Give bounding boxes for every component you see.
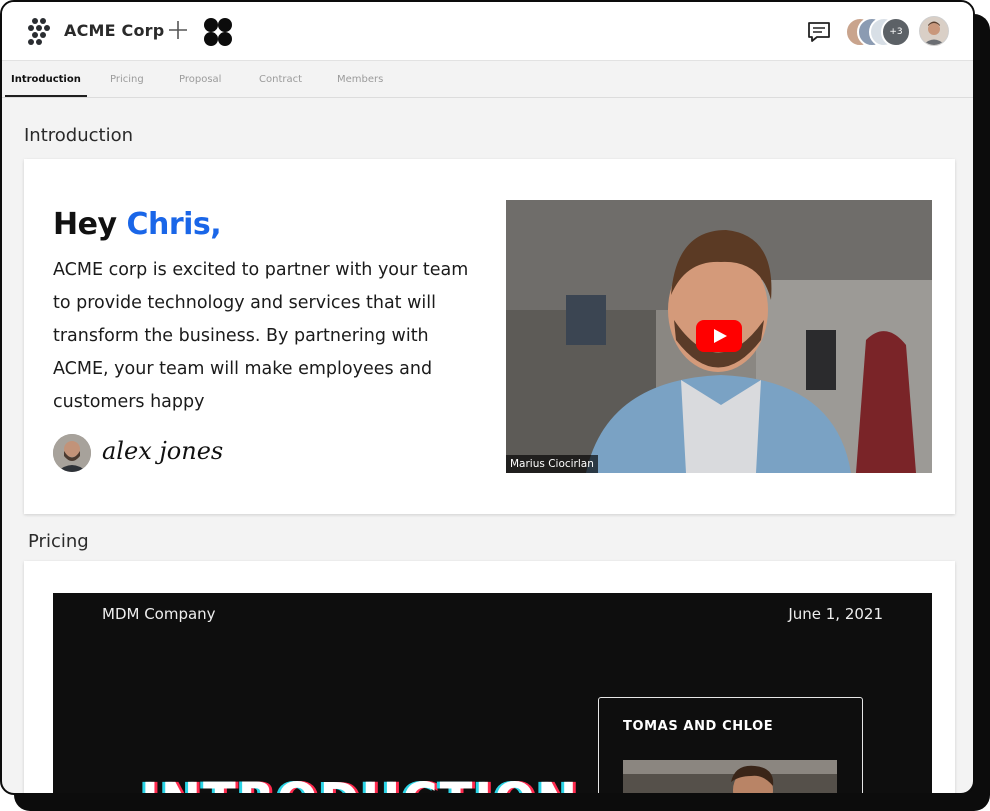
tab-members[interactable]: Members bbox=[331, 61, 389, 97]
document-client-box: TOMAS AND CHLOE bbox=[598, 697, 863, 793]
tab-contract[interactable]: Contract bbox=[253, 61, 308, 97]
play-icon bbox=[714, 329, 727, 343]
user-portrait-icon bbox=[920, 17, 948, 45]
tab-introduction[interactable]: Introduction bbox=[5, 61, 87, 97]
app-window: ACME Corp +3 Introduction Pricing Propos… bbox=[0, 0, 975, 795]
comment-icon[interactable] bbox=[806, 20, 832, 44]
introduction-card: Hey Chris, ACME corp is excited to partn… bbox=[24, 159, 955, 514]
document-client-photo bbox=[623, 760, 837, 793]
tab-pricing[interactable]: Pricing bbox=[104, 61, 150, 97]
introduction-section-title: Introduction bbox=[24, 125, 134, 146]
section-tabs: Introduction Pricing Proposal Contract M… bbox=[2, 61, 973, 98]
current-user-avatar[interactable] bbox=[919, 16, 949, 46]
plus-icon bbox=[169, 21, 187, 39]
pricing-section-title: Pricing bbox=[28, 531, 89, 552]
more-collaborators-badge[interactable]: +3 bbox=[881, 17, 911, 47]
document-date: June 1, 2021 bbox=[788, 605, 883, 623]
top-bar: ACME Corp +3 bbox=[2, 2, 973, 61]
partner-logo-icon[interactable] bbox=[203, 17, 233, 47]
client-photo-image bbox=[623, 760, 837, 793]
introduction-body: ACME corp is excited to partner with you… bbox=[53, 260, 469, 412]
author-portrait-icon bbox=[53, 434, 91, 472]
author-signature: alex jones bbox=[102, 437, 224, 465]
collaborator-avatars[interactable]: +3 bbox=[845, 17, 911, 47]
greeting-name: Chris, bbox=[126, 207, 222, 242]
greeting-prefix: Hey bbox=[53, 207, 127, 242]
tab-proposal[interactable]: Proposal bbox=[173, 61, 227, 97]
acme-logo-icon[interactable] bbox=[26, 17, 54, 45]
author-avatar bbox=[53, 434, 91, 472]
document-heading: INTRODUCTION bbox=[141, 773, 579, 793]
intro-video[interactable]: Marius Ciocirlan bbox=[506, 200, 932, 473]
company-name: ACME Corp bbox=[64, 21, 165, 40]
play-button[interactable] bbox=[696, 320, 742, 352]
pricing-document-preview[interactable]: MDM Company June 1, 2021 INTRODUCTION TO… bbox=[53, 593, 932, 793]
document-client-name: TOMAS AND CHLOE bbox=[623, 719, 774, 734]
greeting-heading: Hey Chris, bbox=[53, 207, 222, 242]
video-caption: Marius Ciocirlan bbox=[506, 455, 598, 473]
document-company: MDM Company bbox=[102, 605, 216, 623]
